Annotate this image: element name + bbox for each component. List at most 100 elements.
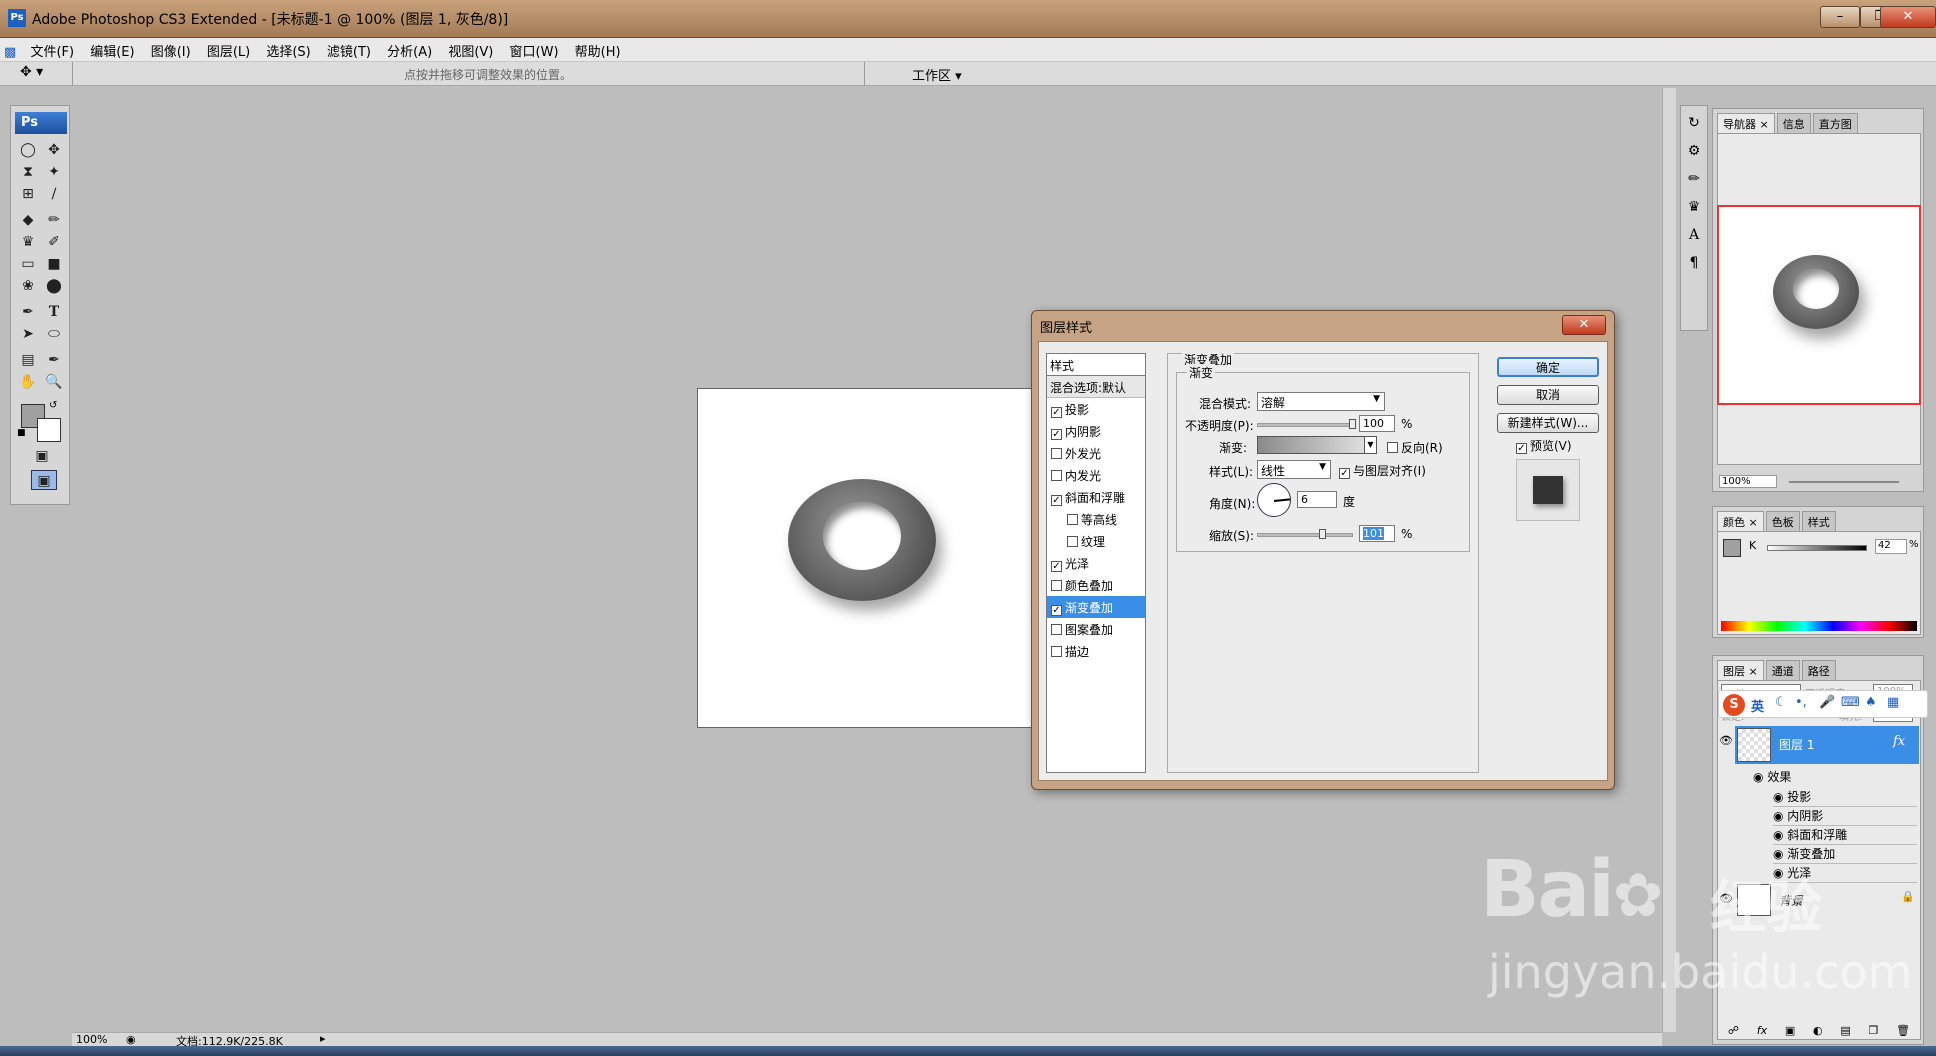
pen-tool-icon[interactable]: ✒ [17,302,39,322]
k-slider[interactable] [1767,545,1867,551]
menu-select[interactable]: 选择(S) [260,38,316,63]
style-item[interactable]: 颜色叠加 [1047,574,1145,596]
zoom-tool-icon[interactable]: 🔍 [43,372,65,392]
menu-window[interactable]: 窗口(W) [504,38,565,63]
style-checkbox[interactable]: ✓ [1051,429,1062,440]
screen-mode-icon[interactable]: ▣ [31,470,57,490]
style-checkbox[interactable] [1051,470,1062,481]
brushes-icon[interactable]: ✏ [1682,168,1706,190]
effect-row[interactable]: ◉ 投影 [1773,788,1917,807]
zoom-level[interactable]: 100% [76,1033,107,1046]
blend-mode-select[interactable]: 溶解 ▼ [1257,392,1385,411]
tab-info[interactable]: 信息 [1776,113,1811,134]
layer1-name[interactable]: 图层 1 [1779,736,1814,753]
menu-view[interactable]: 视图(V) [442,38,499,63]
status-menu-arrow-icon[interactable]: ▸ [320,1032,326,1045]
delete-layer-icon[interactable]: 🗑 [1896,1024,1910,1040]
slice-tool-icon[interactable]: ∕ [43,184,65,204]
history-brush-icon[interactable]: ✐ [43,232,65,252]
move-tool-preset-icon[interactable]: ✥ ▾ [20,64,60,84]
dodge-tool-icon[interactable]: ⬤ [43,276,65,296]
k-input[interactable]: 42 [1875,539,1907,554]
color-spectrum-bar[interactable] [1721,621,1917,631]
style-checkbox[interactable] [1051,448,1062,459]
character-icon[interactable]: A [1682,224,1706,246]
default-colors-icon[interactable]: ■ [17,428,26,438]
close-window-button[interactable]: ✕ [1880,6,1936,28]
hand-tool-icon[interactable]: ✋ [17,372,39,392]
toolbox-icon[interactable]: ▦ [1887,695,1899,710]
clone-stamp-icon[interactable]: ♛ [17,232,39,252]
ps-menu-icon[interactable]: ▩ [0,42,20,63]
eye-icon[interactable]: ◉ [1773,790,1787,804]
new-group-icon[interactable]: ▤ [1840,1024,1850,1040]
blur-tool-icon[interactable]: ❀ [17,276,39,296]
ime-mode[interactable]: 英 [1751,696,1764,715]
tab-paths[interactable]: 路径 [1801,660,1836,681]
quick-mask-icon[interactable]: ▣ [31,446,53,466]
menu-help[interactable]: 帮助(H) [569,38,627,63]
shape-tool-icon[interactable]: ⬭ [43,324,65,344]
swap-colors-icon[interactable]: ↺ [49,400,57,411]
tab-styles[interactable]: 样式 [1801,511,1836,532]
effect-row[interactable]: ◉ 斜面和浮雕 [1773,826,1917,845]
keyboard-icon[interactable]: ⌨ [1841,695,1860,710]
color-fg-swatch[interactable] [1723,539,1741,557]
style-checkbox[interactable]: ✓ [1051,561,1062,572]
style-item[interactable]: 描边 [1047,640,1145,662]
tab-histogram[interactable]: 直方图 [1812,113,1858,134]
move-tool-icon[interactable]: ✥ [43,140,65,160]
style-item[interactable]: ✓ 光泽 [1047,552,1145,574]
gradient-picker[interactable]: ▼ [1257,436,1377,454]
navigator-view-box[interactable] [1717,205,1921,405]
ime-logo[interactable]: S [1723,694,1745,716]
tab-channels[interactable]: 通道 [1765,660,1800,681]
preview-checkbox[interactable]: ✓ 预览(V) [1516,437,1572,454]
tab-swatches[interactable]: 色板 [1765,511,1800,532]
dialog-close-button[interactable]: ✕ [1562,315,1606,335]
opacity-slider-thumb[interactable] [1349,419,1356,429]
new-style-button[interactable]: 新建样式(W)... [1497,413,1599,433]
punctuation-icon[interactable]: •, [1795,695,1807,710]
style-checkbox[interactable]: ✓ [1051,407,1062,418]
skin-icon[interactable]: ♠ [1865,695,1877,710]
mic-icon[interactable]: 🎤 [1819,695,1835,710]
eye-icon[interactable]: ◉ [1753,770,1763,784]
style-checkbox[interactable] [1051,580,1062,591]
tab-layers[interactable]: 图层 × [1717,660,1764,681]
style-item[interactable]: 等高线 [1047,508,1145,530]
opacity-input[interactable]: 100 [1359,415,1395,432]
notes-tool-icon[interactable]: ▤ [17,350,39,370]
brush-tool-icon[interactable]: ✏ [43,210,65,230]
align-with-layer-checkbox[interactable]: ✓ 与图层对齐(I) [1339,462,1426,479]
crop-tool-icon[interactable]: ⊞ [17,184,39,204]
style-checkbox[interactable]: ✓ [1051,605,1062,616]
layer1-row[interactable]: 图层 1 fx [1735,726,1919,764]
menu-analysis[interactable]: 分析(A) [381,38,438,63]
moon-icon[interactable]: ☾ [1775,695,1787,710]
menu-file[interactable]: 文件(F) [24,38,80,63]
angle-input[interactable]: 6 [1297,491,1337,508]
style-item[interactable]: 图案叠加 [1047,618,1145,640]
lasso-tool-icon[interactable]: ⧗ [17,162,39,182]
style-item[interactable]: 外发光 [1047,442,1145,464]
fx-badge[interactable]: fx [1893,734,1905,749]
eyedropper-icon[interactable]: ✒ [43,350,65,370]
reverse-checkbox[interactable]: 反向(R) [1387,439,1443,456]
layer1-visibility-eye-icon[interactable]: 👁 [1719,734,1733,747]
clone-source-icon[interactable]: ♛ [1682,196,1706,218]
type-tool-icon[interactable]: T [43,302,65,322]
menu-image[interactable]: 图像(I) [145,38,197,63]
gradient-tool-icon[interactable]: ■ [43,254,65,274]
style-checkbox[interactable] [1067,514,1078,525]
eye-icon[interactable]: ◉ [1773,809,1787,823]
document-canvas[interactable] [697,388,1037,728]
style-item[interactable]: 纹理 [1047,530,1145,552]
navigator-zoom-slider[interactable] [1789,481,1899,483]
history-icon[interactable]: ↻ [1682,112,1706,134]
menu-edit[interactable]: 编辑(E) [84,38,140,63]
scale-input[interactable]: 101 [1359,525,1395,542]
eraser-tool-icon[interactable]: ▭ [17,254,39,274]
effects-row[interactable]: ◉ 效果 [1753,768,1791,785]
ok-button[interactable]: 确定 [1497,357,1599,377]
